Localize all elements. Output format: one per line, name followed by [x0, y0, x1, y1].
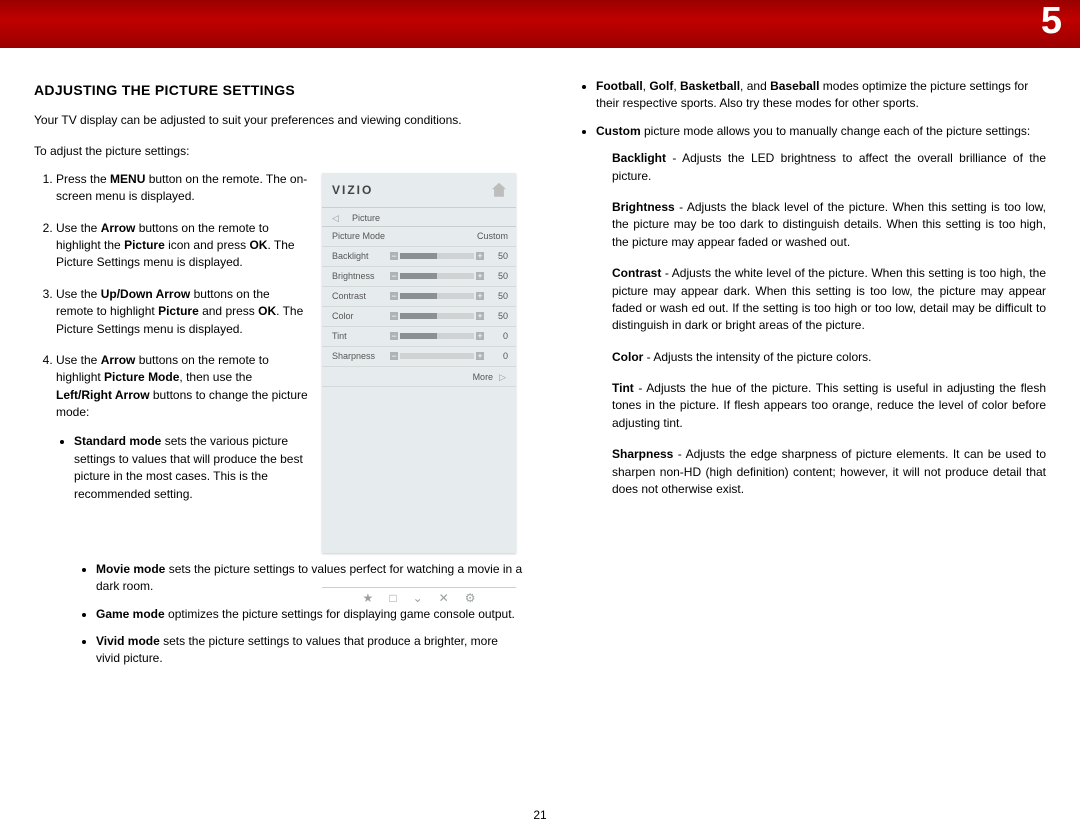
- page-content: ADJUSTING THE PICTURE SETTINGS Your TV d…: [0, 60, 1080, 678]
- osd-bottom-icon: □: [389, 591, 396, 605]
- plus-icon: +: [476, 252, 484, 260]
- plus-icon: +: [476, 352, 484, 360]
- minus-icon: −: [390, 252, 398, 260]
- page-number: 21: [0, 808, 1080, 822]
- osd-row-label: Brightness: [332, 271, 390, 281]
- intro-paragraph: Your TV display can be adjusted to suit …: [34, 112, 524, 129]
- osd-row-label: Backlight: [332, 251, 390, 261]
- osd-row-value: 50: [484, 271, 508, 281]
- right-column: Football, Golf, Basketball, and Baseball…: [560, 76, 1050, 678]
- osd-row: Color−+50: [322, 307, 516, 327]
- osd-row-value: 50: [484, 311, 508, 321]
- osd-slider: −+: [390, 292, 484, 300]
- section-heading: ADJUSTING THE PICTURE SETTINGS: [34, 82, 524, 98]
- osd-category: Picture: [322, 207, 516, 227]
- osd-row: Backlight−+50: [322, 247, 516, 267]
- osd-slider: −+: [390, 272, 484, 280]
- minus-icon: −: [390, 312, 398, 320]
- osd-row-value: 0: [484, 331, 508, 341]
- osd-row-label: Tint: [332, 331, 390, 341]
- osd-bottom-icon: ✕: [439, 591, 449, 605]
- modes-list-wide: Movie mode sets the picture settings to …: [34, 561, 524, 668]
- def-backlight: Backlight - Adjusts the LED brightness t…: [560, 150, 1050, 185]
- minus-icon: −: [390, 272, 398, 280]
- osd-more: More: [322, 367, 516, 387]
- osd-row-value: 0: [484, 351, 508, 361]
- setting-definitions: Backlight - Adjusts the LED brightness t…: [560, 150, 1050, 498]
- home-icon: [492, 183, 506, 197]
- osd-row: Brightness−+50: [322, 267, 516, 287]
- osd-row-label: Sharpness: [332, 351, 390, 361]
- def-sharpness: Sharpness - Adjusts the edge sharpness o…: [560, 446, 1050, 498]
- osd-slider: −+: [390, 312, 484, 320]
- mode-vivid: Vivid mode sets the picture settings to …: [96, 633, 524, 668]
- osd-row-label: Color: [332, 311, 390, 321]
- osd-row-value: 50: [484, 251, 508, 261]
- chapter-number: 5: [1041, 0, 1062, 43]
- osd-bottom-icon: ⌄: [413, 591, 423, 605]
- osd-row-value: Custom: [477, 231, 508, 241]
- plus-icon: +: [476, 292, 484, 300]
- plus-icon: +: [476, 272, 484, 280]
- osd-row: Picture Mode Custom: [322, 227, 516, 247]
- left-column: ADJUSTING THE PICTURE SETTINGS Your TV d…: [34, 76, 524, 678]
- minus-icon: −: [390, 292, 398, 300]
- plus-icon: +: [476, 312, 484, 320]
- osd-slider: −+: [390, 352, 484, 360]
- osd-bottom-icon: ★: [363, 591, 374, 605]
- osd-logo: VIZIO: [332, 183, 373, 197]
- osd-row-label: Picture Mode: [332, 231, 390, 241]
- chapter-header: 5: [0, 0, 1080, 48]
- minus-icon: −: [390, 332, 398, 340]
- osd-row-value: 50: [484, 291, 508, 301]
- osd-row: Tint−+0: [322, 327, 516, 347]
- minus-icon: −: [390, 352, 398, 360]
- plus-icon: +: [476, 332, 484, 340]
- osd-slider: −+: [390, 332, 484, 340]
- osd-bottom-icon: ⚙: [465, 591, 476, 605]
- def-brightness: Brightness - Adjusts the black level of …: [560, 199, 1050, 251]
- mode-custom: Custom picture mode allows you to manual…: [596, 123, 1050, 140]
- def-tint: Tint - Adjusts the hue of the picture. T…: [560, 380, 1050, 432]
- mode-game: Game mode optimizes the picture settings…: [96, 606, 524, 623]
- osd-row: Sharpness−+0: [322, 347, 516, 367]
- def-contrast: Contrast - Adjusts the white level of th…: [560, 265, 1050, 335]
- osd-row-label: Contrast: [332, 291, 390, 301]
- mode-sports: Football, Golf, Basketball, and Baseball…: [596, 78, 1050, 113]
- def-color: Color - Adjusts the intensity of the pic…: [560, 349, 1050, 366]
- osd-slider: −+: [390, 252, 484, 260]
- osd-menu-illustration: VIZIO Picture Picture Mode Custom Backligh…: [322, 173, 516, 553]
- osd-row: Contrast−+50: [322, 287, 516, 307]
- lead-in: To adjust the picture settings:: [34, 143, 524, 160]
- right-bullets: Football, Golf, Basketball, and Baseball…: [560, 78, 1050, 140]
